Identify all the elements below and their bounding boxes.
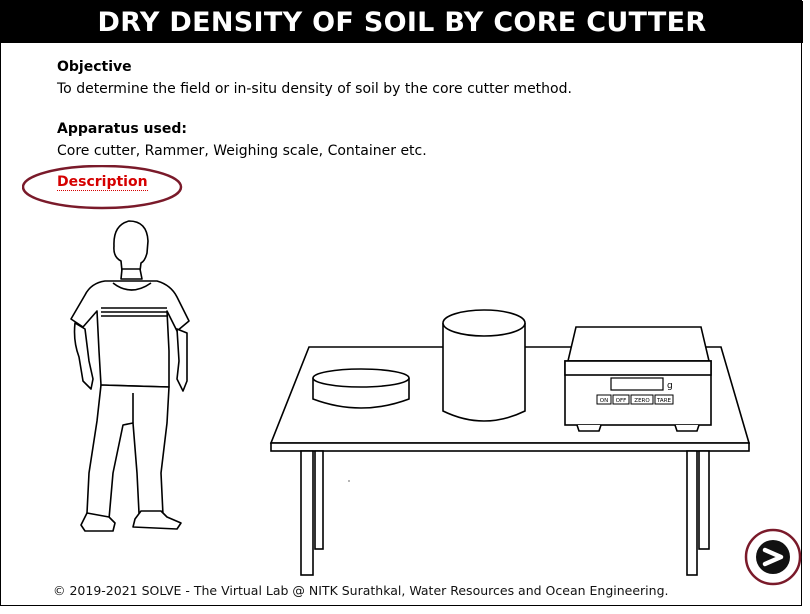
next-button[interactable] — [743, 528, 803, 586]
apparatus-heading: Apparatus used: — [57, 121, 187, 137]
lab-scene: ON OFF ZERO TARE g — [70, 220, 751, 576]
footer-copyright: © 2019-2021 SOLVE - The Virtual Lab @ NI… — [53, 583, 669, 598]
apparatus-text: Core cutter, Rammer, Weighing scale, Con… — [57, 143, 427, 159]
scale-button-off[interactable]: OFF — [612, 394, 630, 405]
person-figure — [70, 220, 190, 532]
core-cutter — [442, 309, 526, 422]
next-arrow-icon — [756, 540, 790, 574]
scale-unit: g — [667, 381, 673, 391]
objective-text: To determine the field or in-situ densit… — [57, 81, 572, 97]
scale-button-tare[interactable]: TARE — [654, 394, 674, 405]
scale-button-zero[interactable]: ZERO — [630, 394, 654, 405]
dust-dot — [348, 480, 350, 482]
app-frame: DRY DENSITY OF SOIL BY CORE CUTTER Objec… — [0, 0, 803, 606]
description-highlight: Description — [22, 165, 183, 210]
scale-button-label: ZERO — [634, 398, 650, 404]
weighing-scale: ON OFF ZERO TARE — [564, 326, 712, 432]
objective-heading: Objective — [57, 59, 132, 75]
page-title: DRY DENSITY OF SOIL BY CORE CUTTER — [1, 1, 803, 43]
scale-display — [610, 377, 664, 391]
scale-button-label: ON — [600, 398, 608, 404]
scale-button-label: TARE — [656, 398, 672, 404]
scale-button-on[interactable]: ON — [596, 394, 612, 405]
container-tray — [312, 368, 410, 409]
description-link[interactable]: Description — [57, 174, 148, 191]
scale-button-label: OFF — [616, 398, 627, 404]
